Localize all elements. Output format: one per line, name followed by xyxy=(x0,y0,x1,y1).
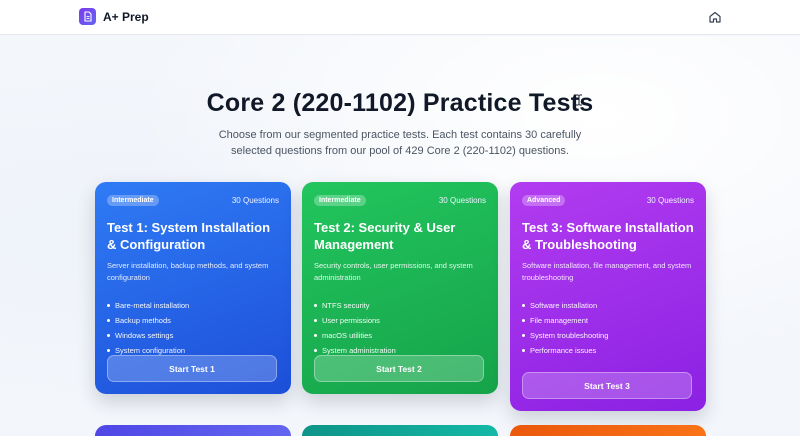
topic-list: Bare-metal installation Backup methods W… xyxy=(107,298,279,358)
test-card-6-partial[interactable] xyxy=(510,425,706,436)
start-test-2-button[interactable]: Start Test 2 xyxy=(314,355,484,382)
bullet-icon xyxy=(107,319,110,322)
difficulty-badge: Intermediate xyxy=(107,195,159,206)
test-card-3: Advanced 30 Questions Test 3: Software I… xyxy=(510,182,706,411)
bullet-icon xyxy=(522,349,525,352)
page-title: Core 2 (220-1102) Practice Tests xyxy=(206,89,594,117)
topic-item: Bare-metal installation xyxy=(107,298,279,313)
topic-item: NTFS security xyxy=(314,298,486,313)
bullet-icon xyxy=(522,334,525,337)
topic-item: System troubleshooting xyxy=(522,328,694,343)
document-icon xyxy=(79,8,96,25)
start-test-3-button[interactable]: Start Test 3 xyxy=(522,372,692,399)
topic-item: User permissions xyxy=(314,313,486,328)
bullet-icon xyxy=(314,334,317,337)
test-card-4-partial[interactable] xyxy=(95,425,291,436)
brand-name: A+ Prep xyxy=(103,9,149,24)
question-count: 30 Questions xyxy=(646,196,694,205)
test-title: Test 3: Software Installation & Troubles… xyxy=(522,220,694,252)
topic-item: File management xyxy=(522,313,694,328)
bullet-icon xyxy=(314,304,317,307)
test-card-1: Intermediate 30 Questions Test 1: System… xyxy=(95,182,291,394)
topic-item: Software installation xyxy=(522,298,694,313)
question-count: 30 Questions xyxy=(231,196,279,205)
test-description: Server installation, backup methods, and… xyxy=(107,261,269,282)
topic-item: macOS utilities xyxy=(314,328,486,343)
text-cursor-icon xyxy=(575,93,583,106)
test-description: Security controls, user permissions, and… xyxy=(314,261,473,282)
question-count: 30 Questions xyxy=(438,196,486,205)
bullet-icon xyxy=(107,349,110,352)
bullet-icon xyxy=(314,349,317,352)
start-test-1-button[interactable]: Start Test 1 xyxy=(107,355,277,382)
brand[interactable]: A+ Prep xyxy=(79,8,149,25)
bullet-icon xyxy=(107,334,110,337)
topic-list: Software installation File management Sy… xyxy=(522,298,694,358)
bullet-icon xyxy=(107,304,110,307)
topic-item: Backup methods xyxy=(107,313,279,328)
difficulty-badge: Advanced xyxy=(522,195,566,206)
top-navigation-bar: A+ Prep xyxy=(0,0,800,35)
difficulty-badge: Intermediate xyxy=(314,195,366,206)
test-description: Software installation, file management, … xyxy=(522,261,692,282)
test-card-5-partial[interactable] xyxy=(302,425,498,436)
topic-item: Windows settings xyxy=(107,328,279,343)
test-title: Test 1: System Installation & Configurat… xyxy=(107,220,271,252)
bullet-icon xyxy=(522,304,525,307)
bullet-icon xyxy=(314,319,317,322)
bullet-icon xyxy=(522,319,525,322)
home-icon[interactable] xyxy=(708,10,722,24)
page-subtitle: Choose from our segmented practice tests… xyxy=(218,129,582,157)
topic-list: NTFS security User permissions macOS uti… xyxy=(314,298,486,358)
test-title: Test 2: Security & User Management xyxy=(314,220,456,252)
topic-item: Performance issues xyxy=(522,343,694,358)
test-card-2: Intermediate 30 Questions Test 2: Securi… xyxy=(302,182,498,394)
